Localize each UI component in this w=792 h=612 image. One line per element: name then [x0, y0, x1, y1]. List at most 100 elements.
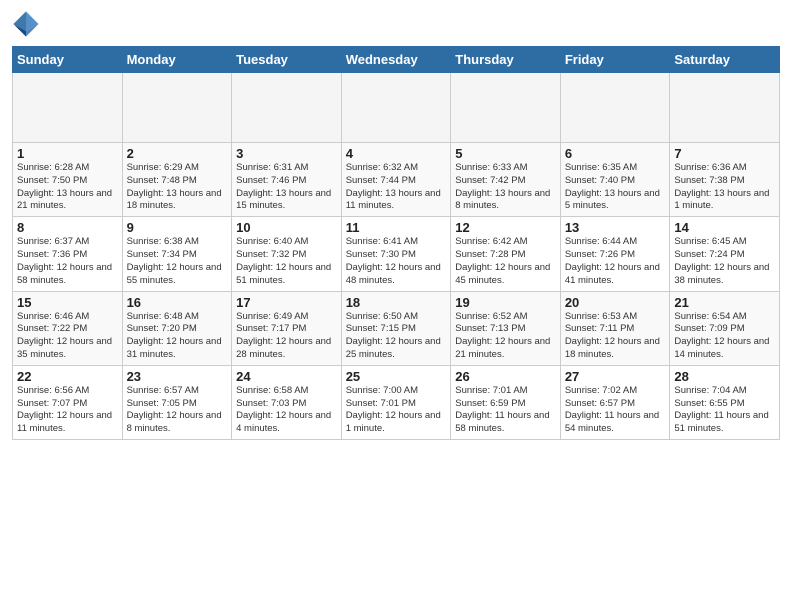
calendar-cell: 8Sunrise: 6:37 AMSunset: 7:36 PMDaylight… [13, 217, 123, 291]
calendar-header-row: Sunday Monday Tuesday Wednesday Thursday… [13, 47, 780, 73]
calendar-cell: 5Sunrise: 6:33 AMSunset: 7:42 PMDaylight… [451, 143, 561, 217]
header-tuesday: Tuesday [232, 47, 342, 73]
day-number: 26 [455, 369, 556, 384]
day-info: Sunrise: 6:54 AMSunset: 7:09 PMDaylight:… [674, 311, 775, 362]
page-container: Sunday Monday Tuesday Wednesday Thursday… [0, 0, 792, 450]
day-info: Sunrise: 6:37 AMSunset: 7:36 PMDaylight:… [17, 236, 118, 287]
calendar-cell: 21Sunrise: 6:54 AMSunset: 7:09 PMDayligh… [670, 291, 780, 365]
calendar-cell: 25Sunrise: 7:00 AMSunset: 7:01 PMDayligh… [341, 365, 451, 439]
day-info: Sunrise: 6:53 AMSunset: 7:11 PMDaylight:… [565, 311, 666, 362]
day-info: Sunrise: 6:40 AMSunset: 7:32 PMDaylight:… [236, 236, 337, 287]
day-info: Sunrise: 6:58 AMSunset: 7:03 PMDaylight:… [236, 385, 337, 436]
day-number: 16 [127, 295, 228, 310]
calendar-cell: 3Sunrise: 6:31 AMSunset: 7:46 PMDaylight… [232, 143, 342, 217]
day-number: 4 [346, 146, 447, 161]
day-info: Sunrise: 6:44 AMSunset: 7:26 PMDaylight:… [565, 236, 666, 287]
day-number: 21 [674, 295, 775, 310]
day-number: 11 [346, 220, 447, 235]
calendar-cell: 24Sunrise: 6:58 AMSunset: 7:03 PMDayligh… [232, 365, 342, 439]
day-info: Sunrise: 6:28 AMSunset: 7:50 PMDaylight:… [17, 162, 118, 213]
day-number: 28 [674, 369, 775, 384]
header-monday: Monday [122, 47, 232, 73]
day-info: Sunrise: 7:02 AMSunset: 6:57 PMDaylight:… [565, 385, 666, 436]
header-sunday: Sunday [13, 47, 123, 73]
day-number: 10 [236, 220, 337, 235]
calendar-cell [560, 73, 670, 143]
day-info: Sunrise: 6:49 AMSunset: 7:17 PMDaylight:… [236, 311, 337, 362]
day-info: Sunrise: 6:31 AMSunset: 7:46 PMDaylight:… [236, 162, 337, 213]
day-number: 22 [17, 369, 118, 384]
calendar-cell: 2Sunrise: 6:29 AMSunset: 7:48 PMDaylight… [122, 143, 232, 217]
day-number: 17 [236, 295, 337, 310]
calendar-cell: 6Sunrise: 6:35 AMSunset: 7:40 PMDaylight… [560, 143, 670, 217]
day-info: Sunrise: 6:45 AMSunset: 7:24 PMDaylight:… [674, 236, 775, 287]
day-number: 5 [455, 146, 556, 161]
calendar-cell: 27Sunrise: 7:02 AMSunset: 6:57 PMDayligh… [560, 365, 670, 439]
day-number: 20 [565, 295, 666, 310]
calendar-cell [122, 73, 232, 143]
calendar-cell [341, 73, 451, 143]
day-info: Sunrise: 6:48 AMSunset: 7:20 PMDaylight:… [127, 311, 228, 362]
calendar-cell: 28Sunrise: 7:04 AMSunset: 6:55 PMDayligh… [670, 365, 780, 439]
calendar-cell: 17Sunrise: 6:49 AMSunset: 7:17 PMDayligh… [232, 291, 342, 365]
day-number: 14 [674, 220, 775, 235]
calendar-cell: 7Sunrise: 6:36 AMSunset: 7:38 PMDaylight… [670, 143, 780, 217]
day-number: 7 [674, 146, 775, 161]
logo [12, 10, 42, 38]
calendar-cell: 4Sunrise: 6:32 AMSunset: 7:44 PMDaylight… [341, 143, 451, 217]
day-number: 3 [236, 146, 337, 161]
day-info: Sunrise: 6:38 AMSunset: 7:34 PMDaylight:… [127, 236, 228, 287]
calendar-cell: 12Sunrise: 6:42 AMSunset: 7:28 PMDayligh… [451, 217, 561, 291]
day-number: 15 [17, 295, 118, 310]
calendar-body: 1Sunrise: 6:28 AMSunset: 7:50 PMDaylight… [13, 73, 780, 440]
day-number: 9 [127, 220, 228, 235]
day-number: 27 [565, 369, 666, 384]
calendar-cell: 18Sunrise: 6:50 AMSunset: 7:15 PMDayligh… [341, 291, 451, 365]
day-info: Sunrise: 6:35 AMSunset: 7:40 PMDaylight:… [565, 162, 666, 213]
calendar-cell: 26Sunrise: 7:01 AMSunset: 6:59 PMDayligh… [451, 365, 561, 439]
day-number: 13 [565, 220, 666, 235]
calendar-cell: 22Sunrise: 6:56 AMSunset: 7:07 PMDayligh… [13, 365, 123, 439]
day-info: Sunrise: 6:52 AMSunset: 7:13 PMDaylight:… [455, 311, 556, 362]
day-info: Sunrise: 6:56 AMSunset: 7:07 PMDaylight:… [17, 385, 118, 436]
day-number: 25 [346, 369, 447, 384]
calendar-cell: 1Sunrise: 6:28 AMSunset: 7:50 PMDaylight… [13, 143, 123, 217]
day-info: Sunrise: 6:50 AMSunset: 7:15 PMDaylight:… [346, 311, 447, 362]
day-info: Sunrise: 6:33 AMSunset: 7:42 PMDaylight:… [455, 162, 556, 213]
day-number: 19 [455, 295, 556, 310]
day-info: Sunrise: 7:04 AMSunset: 6:55 PMDaylight:… [674, 385, 775, 436]
calendar-cell [670, 73, 780, 143]
calendar-week-row: 8Sunrise: 6:37 AMSunset: 7:36 PMDaylight… [13, 217, 780, 291]
day-number: 8 [17, 220, 118, 235]
calendar-week-row [13, 73, 780, 143]
day-info: Sunrise: 6:42 AMSunset: 7:28 PMDaylight:… [455, 236, 556, 287]
header-saturday: Saturday [670, 47, 780, 73]
calendar-week-row: 15Sunrise: 6:46 AMSunset: 7:22 PMDayligh… [13, 291, 780, 365]
day-info: Sunrise: 7:00 AMSunset: 7:01 PMDaylight:… [346, 385, 447, 436]
day-number: 6 [565, 146, 666, 161]
calendar-cell: 20Sunrise: 6:53 AMSunset: 7:11 PMDayligh… [560, 291, 670, 365]
calendar-cell: 13Sunrise: 6:44 AMSunset: 7:26 PMDayligh… [560, 217, 670, 291]
calendar-week-row: 1Sunrise: 6:28 AMSunset: 7:50 PMDaylight… [13, 143, 780, 217]
header-thursday: Thursday [451, 47, 561, 73]
day-info: Sunrise: 6:36 AMSunset: 7:38 PMDaylight:… [674, 162, 775, 213]
calendar-cell: 23Sunrise: 6:57 AMSunset: 7:05 PMDayligh… [122, 365, 232, 439]
day-info: Sunrise: 6:41 AMSunset: 7:30 PMDaylight:… [346, 236, 447, 287]
day-info: Sunrise: 6:57 AMSunset: 7:05 PMDaylight:… [127, 385, 228, 436]
calendar-cell: 19Sunrise: 6:52 AMSunset: 7:13 PMDayligh… [451, 291, 561, 365]
day-number: 2 [127, 146, 228, 161]
day-info: Sunrise: 6:32 AMSunset: 7:44 PMDaylight:… [346, 162, 447, 213]
day-number: 24 [236, 369, 337, 384]
day-info: Sunrise: 6:29 AMSunset: 7:48 PMDaylight:… [127, 162, 228, 213]
calendar-cell: 16Sunrise: 6:48 AMSunset: 7:20 PMDayligh… [122, 291, 232, 365]
calendar-cell [232, 73, 342, 143]
calendar-cell: 14Sunrise: 6:45 AMSunset: 7:24 PMDayligh… [670, 217, 780, 291]
day-number: 12 [455, 220, 556, 235]
calendar-cell [451, 73, 561, 143]
logo-icon [12, 10, 40, 38]
calendar-cell: 11Sunrise: 6:41 AMSunset: 7:30 PMDayligh… [341, 217, 451, 291]
calendar-week-row: 22Sunrise: 6:56 AMSunset: 7:07 PMDayligh… [13, 365, 780, 439]
header-friday: Friday [560, 47, 670, 73]
day-info: Sunrise: 6:46 AMSunset: 7:22 PMDaylight:… [17, 311, 118, 362]
calendar-cell: 9Sunrise: 6:38 AMSunset: 7:34 PMDaylight… [122, 217, 232, 291]
